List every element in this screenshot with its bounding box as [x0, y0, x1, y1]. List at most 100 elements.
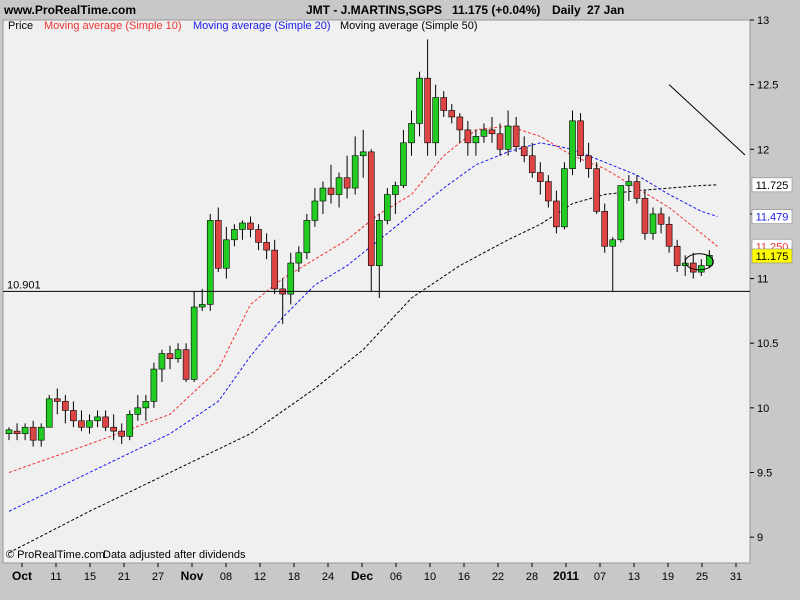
legend-ma50: Moving average (Simple 50)	[340, 20, 478, 32]
y-tick-label: 10	[757, 403, 769, 415]
candle-body	[569, 120, 576, 169]
candle-body	[657, 213, 665, 225]
candle-body	[545, 181, 552, 202]
candle-body	[528, 155, 536, 173]
candle-body	[456, 116, 464, 131]
candle-body	[158, 353, 166, 370]
candle-body	[609, 239, 617, 247]
candle-body	[21, 426, 29, 435]
x-tick-label: 06	[390, 571, 402, 583]
chart-footer: © ProRealTime.com Data adjusted after di…	[6, 549, 246, 561]
x-axis: Oct 11 15 21 27 Nov 08 12 18 24 Dec 06 10 16 22 28 2011 0…	[12, 563, 742, 583]
candle-body	[689, 262, 697, 273]
candle	[150, 362, 158, 408]
candle-body	[295, 252, 303, 264]
y-tick-label: 9	[757, 532, 763, 544]
x-tick-label: 19	[662, 571, 674, 583]
candle-body	[706, 255, 713, 266]
candle-body	[448, 110, 456, 118]
candle-body	[416, 77, 423, 124]
candle-body	[78, 420, 85, 428]
candle-body	[464, 129, 472, 144]
candle-body	[673, 245, 681, 266]
y-tick-label: 12	[757, 144, 769, 156]
candle-body	[150, 368, 158, 402]
candle-body	[239, 222, 246, 230]
candle-body	[174, 349, 182, 360]
price-box: 11.175	[751, 248, 793, 264]
candle-body	[520, 146, 528, 157]
candle	[206, 213, 214, 311]
price-chart[interactable]: 1312.51211.51110.5109.59 Oct11152127Nov0…	[0, 0, 800, 600]
x-tick-label: 31	[730, 571, 742, 583]
x-tick-label: Dec	[351, 569, 373, 583]
x-tick-label: 16	[458, 571, 470, 583]
x-tick-label: Nov	[181, 569, 204, 583]
candle-body	[432, 97, 439, 144]
x-tick-label: 22	[492, 571, 504, 583]
x-tick-label: 07	[594, 571, 606, 583]
candle-body	[190, 306, 198, 380]
candle	[593, 162, 600, 214]
x-tick-label: 28	[526, 571, 538, 583]
y-axis: 1312.51211.51110.5109.59	[750, 15, 778, 544]
candle-body	[263, 242, 270, 251]
candle-body	[512, 125, 520, 147]
candle-body	[392, 185, 399, 195]
candle-body	[319, 187, 327, 202]
candle-body	[472, 136, 480, 144]
candle-body	[70, 410, 77, 422]
y-tick-label: 10.5	[757, 338, 778, 350]
price-box: 11.479	[751, 209, 793, 224]
x-tick-label: 08	[220, 571, 232, 583]
candle-body	[142, 401, 150, 409]
candle-body	[13, 430, 21, 435]
candle-body	[271, 249, 278, 290]
candle-body	[593, 168, 600, 212]
candle-body	[440, 97, 448, 111]
x-tick-label: 27	[152, 571, 164, 583]
x-tick-label: Oct	[12, 569, 32, 583]
y-tick-label: 13	[757, 15, 769, 27]
x-tick-label: 2011	[553, 569, 579, 583]
candle-body	[231, 229, 238, 241]
candle	[126, 410, 134, 441]
candle-body	[247, 222, 254, 230]
candle-body	[134, 407, 142, 415]
candle-body	[633, 181, 641, 199]
candle-body	[351, 155, 359, 189]
candle-body	[649, 213, 657, 234]
candle-body	[697, 265, 705, 273]
candle-body	[62, 401, 69, 411]
candle	[617, 185, 625, 243]
candle-body	[408, 123, 415, 144]
candle-body	[45, 398, 53, 428]
candle-body	[303, 220, 311, 254]
candle	[303, 213, 311, 260]
candle-body	[223, 239, 230, 269]
candle-body	[375, 220, 383, 266]
candle-body	[311, 200, 319, 221]
candle-body	[536, 172, 544, 182]
candle	[561, 162, 568, 230]
candle-body	[641, 198, 649, 234]
candle-body	[384, 194, 391, 221]
candle-body	[53, 398, 61, 402]
candle-body	[102, 416, 109, 428]
candle-body	[553, 200, 560, 228]
candle-body	[359, 151, 367, 157]
candle-body	[480, 129, 488, 137]
candle-body	[110, 426, 117, 432]
y-tick-label: 12.5	[757, 80, 778, 92]
candle-body	[601, 211, 609, 247]
candle-body	[86, 420, 93, 428]
legend: Price Moving average (Simple 10) Moving av…	[8, 20, 478, 32]
candle-body	[585, 155, 592, 169]
candle-body	[617, 185, 625, 241]
candle-body	[182, 349, 190, 380]
price-box-label: 11.175	[756, 251, 789, 263]
candle-body	[665, 223, 673, 247]
candle-body	[37, 426, 45, 441]
x-tick-label: 25	[696, 571, 708, 583]
candle-body	[215, 220, 222, 269]
